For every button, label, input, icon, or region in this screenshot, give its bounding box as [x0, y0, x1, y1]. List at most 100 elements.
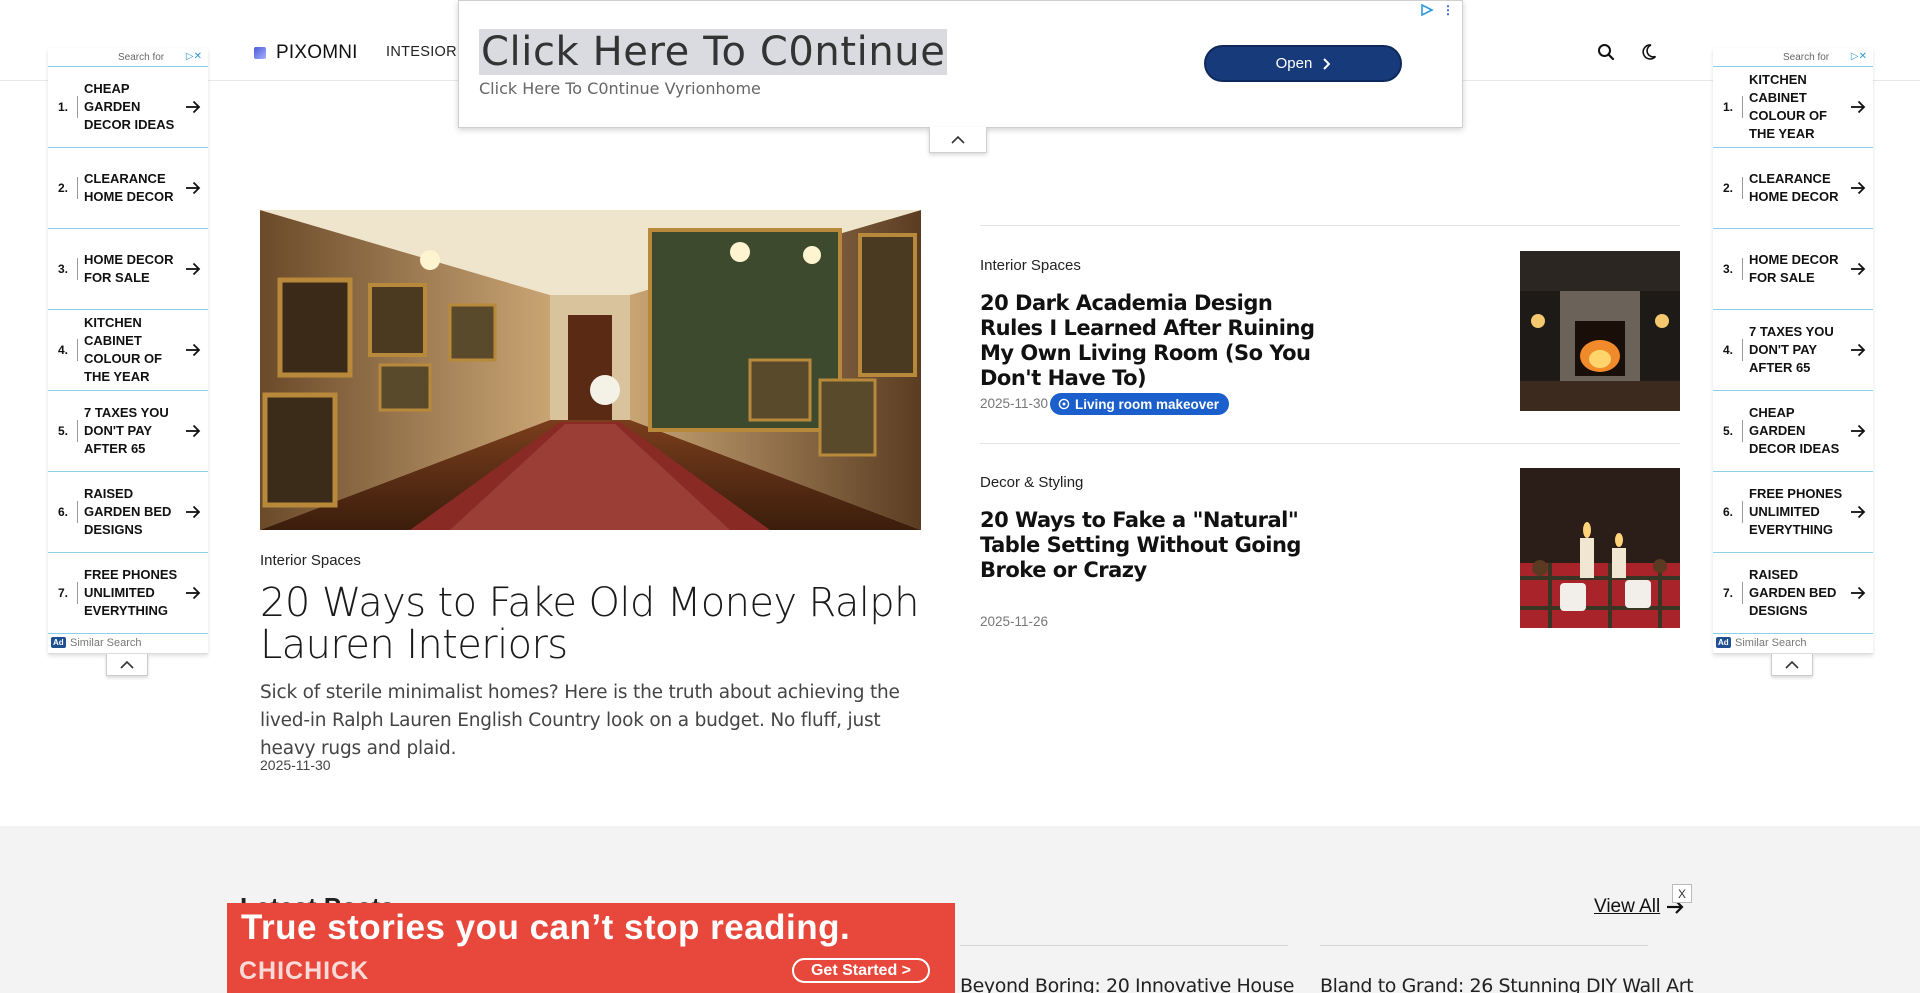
side-post-2-title[interactable]: 20 Ways to Fake a "Natural" Table Settin… — [980, 508, 1320, 583]
rail-item-separator — [1742, 420, 1743, 442]
rail-item-number: 3. — [58, 262, 69, 276]
rail-item[interactable]: 6. FREE PHONES UNLIMITED EVERYTHING — [1713, 472, 1873, 553]
rail-item-number: 6. — [1723, 505, 1734, 519]
chevron-up-icon — [1785, 660, 1799, 669]
arrow-right-icon — [186, 181, 201, 195]
rail-item-number: 7. — [1723, 586, 1734, 600]
arrow-right-icon — [186, 100, 201, 114]
right-ad-rail: Search for ▷✕ 1. KITCHEN CABINET COLOUR O… — [1713, 48, 1873, 654]
arrow-right-icon — [186, 586, 201, 600]
side-post-1-category[interactable]: Interior Spaces — [980, 257, 1081, 274]
rail-item-label: RAISED GARDEN BED DESIGNS — [84, 486, 172, 537]
rail-item-label: RAISED GARDEN BED DESIGNS — [1749, 567, 1837, 618]
ad-choices-icon[interactable]: ▷✕ — [1851, 51, 1867, 62]
rail-item[interactable]: 3. HOME DECOR FOR SALE — [48, 229, 208, 310]
arrow-right-icon — [1851, 100, 1866, 114]
side-post-2-date: 2025-11-26 — [980, 614, 1049, 629]
rail-item-label: FREE PHONES UNLIMITED EVERYTHING — [1749, 486, 1843, 537]
ad-title[interactable]: Click Here To C0ntinue — [479, 29, 948, 75]
rail-item-label: 7 TAXES YOU DON'T PAY AFTER 65 — [1749, 324, 1834, 375]
latest-post-2-title[interactable]: Bland to Grand: 26 Stunning DIY Wall Art — [1320, 975, 1694, 993]
rail-item-label: KITCHEN CABINET COLOUR OF THE YEAR — [84, 315, 162, 384]
rail-item[interactable]: 1. CHEAP GARDEN DECOR IDEAS — [48, 67, 208, 148]
latest-post-1-title[interactable]: Beyond Boring: 20 Innovative House — [960, 975, 1294, 993]
arrow-right-icon — [1851, 181, 1866, 195]
search-for-label: Search for — [118, 52, 165, 63]
chevron-right-icon — [1323, 57, 1331, 70]
featured-title[interactable]: 20 Ways to Fake Old Money Ralph Lauren I… — [260, 582, 940, 666]
ad-get-started-button[interactable]: Get Started > — [792, 958, 930, 983]
rail-item-separator — [77, 501, 78, 523]
arrow-right-icon — [1851, 424, 1866, 438]
rail-item-label: HOME DECOR FOR SALE — [1749, 252, 1839, 285]
side-post-2-image[interactable] — [1520, 468, 1680, 628]
logo-text: PIXOMNI — [276, 42, 358, 63]
similar-search-label: Similar Search — [1735, 637, 1807, 649]
tag-living-room-makeover[interactable]: Living room makeover — [1050, 393, 1230, 415]
arrow-right-icon — [1851, 505, 1866, 519]
rail-item-number: 3. — [1723, 262, 1734, 276]
top-ad-collapse-button[interactable] — [929, 127, 987, 153]
left-ad-rail: Search for ▷✕ 1. CHEAP GARDEN DECOR IDEAS… — [48, 48, 208, 654]
rail-footer: Ad Similar Search — [48, 634, 208, 654]
rail-item[interactable]: 4. 7 TAXES YOU DON'T PAY AFTER 65 — [1713, 310, 1873, 391]
rail-item-separator — [1742, 501, 1743, 523]
rail-item-separator — [77, 258, 78, 280]
side-post-2-category[interactable]: Decor & Styling — [980, 474, 1083, 491]
more-options-icon[interactable]: ⋮ — [1442, 3, 1454, 17]
ad-badge: Ad — [51, 637, 66, 648]
ad-choices-icon[interactable]: ▷✕ — [186, 51, 202, 62]
rail-footer: Ad Similar Search — [1713, 634, 1873, 654]
rail-header: Search for ▷✕ — [1713, 48, 1873, 66]
search-for-label: Search for — [1783, 52, 1830, 63]
view-all-link[interactable]: View All — [1594, 896, 1684, 918]
arrow-right-icon — [1851, 262, 1866, 276]
featured-excerpt: Sick of sterile minimalist homes? Here i… — [260, 682, 900, 759]
latest-divider — [1320, 945, 1648, 946]
rail-item[interactable]: 5. 7 TAXES YOU DON'T PAY AFTER 65 — [48, 391, 208, 472]
site-logo[interactable]: PIXOMNI — [254, 42, 358, 64]
arrow-right-icon — [186, 262, 201, 276]
rail-item-label: HOME DECOR FOR SALE — [84, 252, 174, 285]
rail-item[interactable]: 2. CLEARANCE HOME DECOR — [1713, 148, 1873, 229]
dark-mode-moon-icon[interactable] — [1640, 40, 1664, 64]
rail-item-separator — [77, 339, 78, 361]
rail-item[interactable]: 6. RAISED GARDEN BED DESIGNS — [48, 472, 208, 553]
tag-icon — [1058, 398, 1070, 410]
ad-open-button[interactable]: Open — [1204, 45, 1402, 82]
rail-item[interactable]: 1. KITCHEN CABINET COLOUR OF THE YEAR — [1713, 67, 1873, 148]
right-rail-collapse-button[interactable] — [1771, 654, 1813, 676]
arrow-right-icon — [186, 505, 201, 519]
ad-choices-icon[interactable] — [1420, 4, 1434, 16]
featured-image[interactable] — [260, 210, 921, 530]
featured-date: 2025-11-30 — [260, 757, 331, 773]
ad-close-button[interactable]: X — [1672, 884, 1692, 903]
side-post-1-title[interactable]: 20 Dark Academia Design Rules I Learned … — [980, 291, 1320, 391]
ad-open-label: Open — [1275, 55, 1313, 72]
rail-item-number: 2. — [1723, 181, 1734, 195]
rail-item-label: FREE PHONES UNLIMITED EVERYTHING — [84, 567, 178, 618]
side-post-1-image[interactable] — [1520, 251, 1680, 411]
rail-item[interactable]: 7. FREE PHONES UNLIMITED EVERYTHING — [48, 553, 208, 634]
rail-item[interactable]: 2. CLEARANCE HOME DECOR — [48, 148, 208, 229]
rail-item[interactable]: 7. RAISED GARDEN BED DESIGNS — [1713, 553, 1873, 634]
rail-item-separator — [77, 177, 78, 199]
left-rail-collapse-button[interactable] — [106, 654, 148, 676]
rail-item[interactable]: 3. HOME DECOR FOR SALE — [1713, 229, 1873, 310]
top-banner-ad[interactable]: Click Here To C0ntinue Click Here To C0n… — [458, 0, 1463, 128]
rail-item-number: 5. — [1723, 424, 1734, 438]
rail-item-label: 7 TAXES YOU DON'T PAY AFTER 65 — [84, 405, 169, 456]
arrow-right-icon — [1851, 586, 1866, 600]
rail-item[interactable]: 4. KITCHEN CABINET COLOUR OF THE YEAR — [48, 310, 208, 391]
post-divider — [980, 225, 1680, 226]
chevron-up-icon — [951, 135, 965, 144]
rail-item-number: 6. — [58, 505, 69, 519]
rail-item[interactable]: 5. CHEAP GARDEN DECOR IDEAS — [1713, 391, 1873, 472]
view-all-label: View All — [1594, 896, 1661, 917]
ad-brand-logo: CHICHICK — [239, 957, 370, 985]
bottom-banner-ad[interactable]: True stories you can’t stop reading. CHI… — [227, 903, 955, 993]
search-icon[interactable] — [1594, 40, 1618, 64]
chevron-up-icon — [120, 660, 134, 669]
featured-category[interactable]: Interior Spaces — [260, 552, 361, 569]
rail-item-separator — [77, 96, 78, 118]
